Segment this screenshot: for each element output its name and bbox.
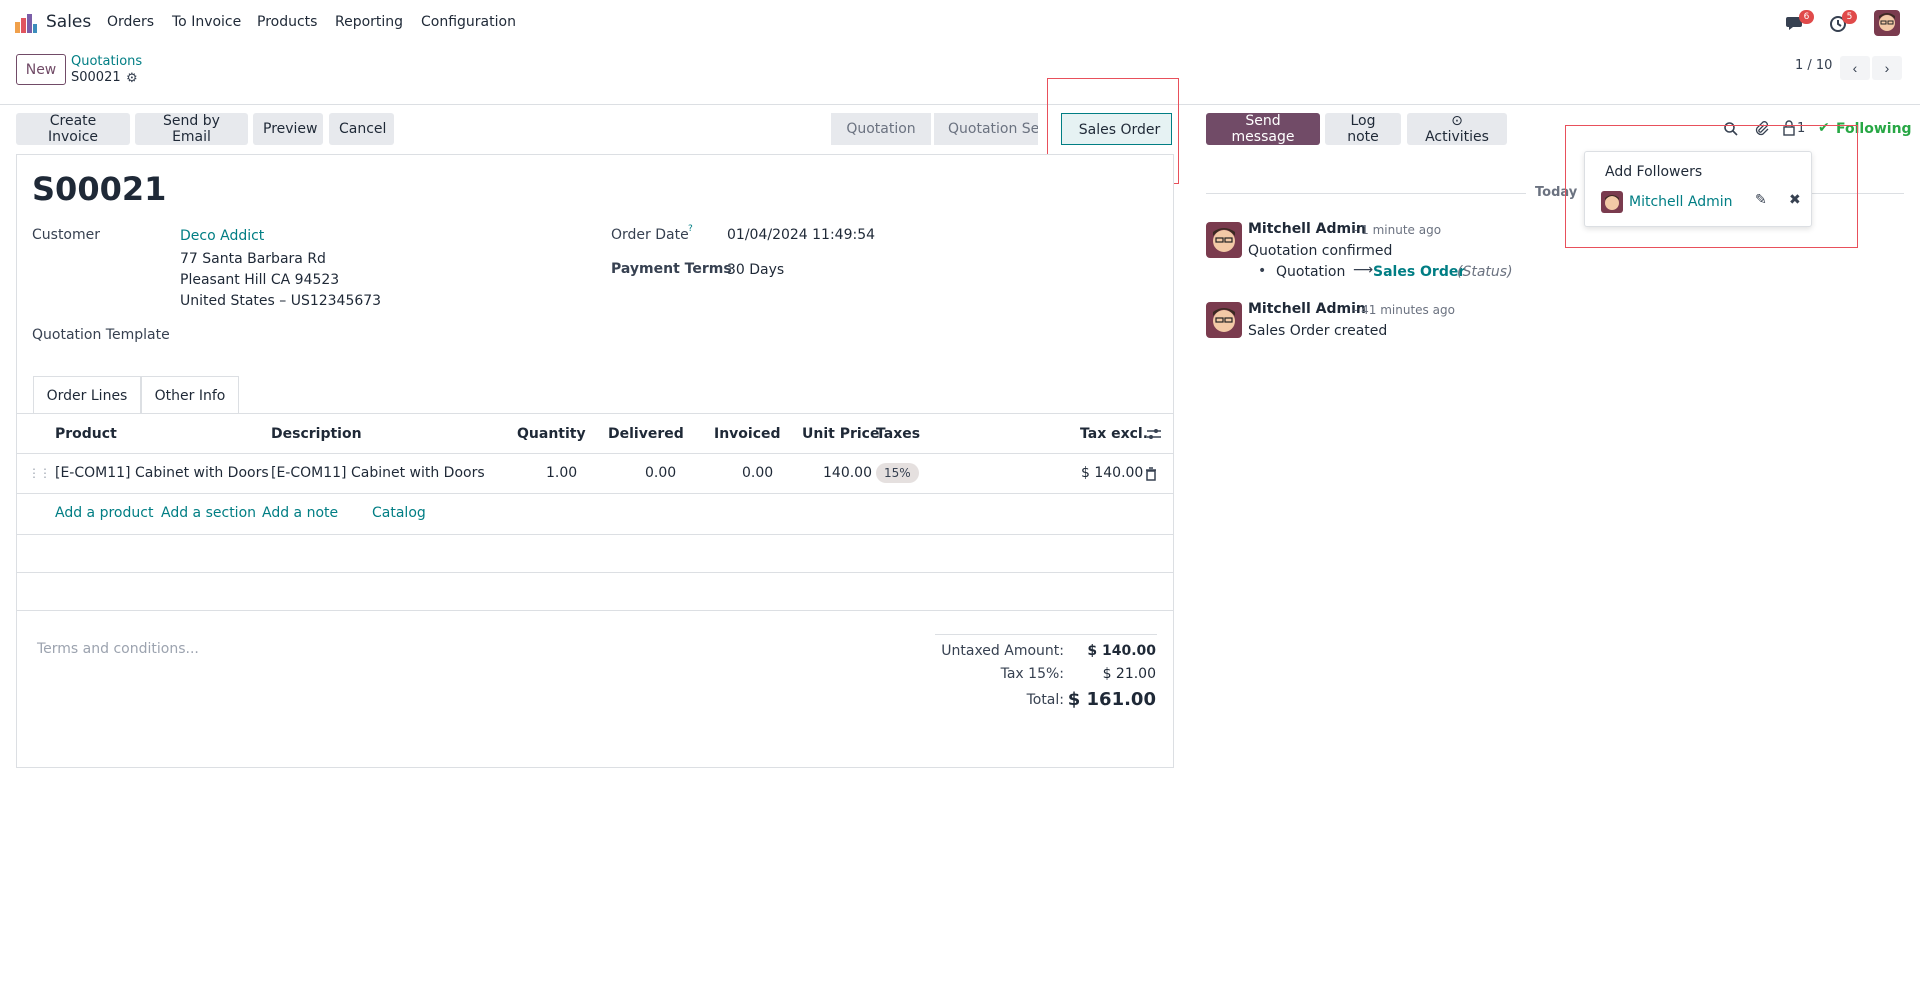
arrow-right-icon: ⟶ — [1353, 262, 1374, 278]
tax-label: Tax 15%: — [1000, 666, 1064, 682]
cell-product[interactable]: [E-COM11] Cabinet with Doors — [55, 465, 269, 481]
catalog-link[interactable]: Catalog — [372, 505, 426, 521]
add-section-link[interactable]: Add a section — [161, 505, 256, 521]
cancel-button[interactable]: Cancel — [329, 113, 394, 145]
sales-app-icon[interactable] — [14, 12, 38, 34]
col-taxes[interactable]: Taxes — [876, 426, 920, 442]
tax-value: $ 21.00 — [1102, 666, 1156, 682]
pager-next-button[interactable]: › — [1872, 56, 1902, 80]
cell-description[interactable]: [E-COM11] Cabinet with Doors — [271, 465, 485, 481]
messages-badge: 6 — [1799, 10, 1814, 24]
order-title: S00021 — [32, 170, 167, 208]
header-divider — [16, 453, 1174, 454]
tracking-field: (Status) — [1457, 264, 1513, 280]
order-date-value[interactable]: 01/04/2024 11:49:54 — [727, 227, 875, 243]
breadcrumb-current: S00021 — [71, 70, 121, 85]
highlight-box-followers — [1565, 125, 1858, 248]
cell-subtotal: $ 140.00 — [1081, 465, 1144, 481]
add-product-link[interactable]: Add a product — [55, 505, 153, 521]
new-button[interactable]: New — [16, 54, 66, 85]
cell-tax-badge[interactable]: 15% — [876, 463, 919, 483]
log-note-button[interactable]: Log note — [1325, 113, 1401, 145]
message-time: - 41 minutes ago — [1353, 303, 1455, 317]
bullet-icon: • — [1258, 263, 1267, 279]
customer-label: Customer — [32, 227, 101, 243]
user-avatar[interactable] — [1874, 10, 1900, 36]
pager-value[interactable]: 1 / 10 — [1795, 58, 1832, 73]
send-message-button[interactable]: Send message — [1206, 113, 1320, 145]
untaxed-label: Untaxed Amount: — [941, 643, 1064, 659]
menu-to-invoice[interactable]: To Invoice — [172, 14, 241, 30]
top-navbar: Sales Orders To Invoice Products Reporti… — [0, 0, 1920, 46]
gear-icon[interactable]: ⚙ — [126, 71, 138, 86]
message-body: Quotation confirmed — [1248, 243, 1393, 259]
col-delivered[interactable]: Delivered — [608, 426, 684, 442]
tracking-new-value: Sales Order — [1373, 264, 1466, 280]
terms-input[interactable]: Terms and conditions... — [37, 641, 199, 657]
tab-order-lines[interactable]: Order Lines — [33, 376, 141, 414]
message-author[interactable]: Mitchell Admin — [1248, 221, 1366, 237]
stage-quotation[interactable]: Quotation — [831, 113, 931, 145]
trash-icon[interactable] — [1145, 467, 1157, 481]
activities-label: Activities — [1425, 129, 1489, 145]
clock-icon: ⊙ — [1451, 113, 1463, 129]
control-panel-divider — [0, 104, 1920, 105]
activities-button[interactable]: ⊙ Activities — [1407, 113, 1507, 145]
message-author[interactable]: Mitchell Admin — [1248, 301, 1366, 317]
cell-unit-price[interactable]: 140.00 — [823, 465, 872, 481]
total-label: Total: — [1026, 692, 1064, 708]
cell-quantity[interactable]: 1.00 — [546, 465, 577, 481]
row-divider — [16, 493, 1174, 494]
address-line3: United States – US12345673 — [180, 293, 382, 309]
chevron-right-icon: › — [1884, 60, 1890, 76]
message-body: Sales Order created — [1248, 323, 1388, 339]
tabs-divider — [16, 413, 1174, 414]
untaxed-value: $ 140.00 — [1087, 643, 1156, 659]
totals-divider — [935, 634, 1157, 635]
address-line1: 77 Santa Barbara Rd — [180, 251, 326, 267]
row-divider — [16, 572, 1174, 573]
col-tax-excl[interactable]: Tax excl. — [1080, 426, 1148, 442]
create-invoice-button[interactable]: Create Invoice — [16, 113, 130, 145]
send-by-email-button[interactable]: Send by Email — [135, 113, 248, 145]
payment-terms-value[interactable]: 30 Days — [727, 262, 784, 278]
tracking-old-value: Quotation — [1276, 264, 1346, 280]
col-description[interactable]: Description — [271, 426, 362, 442]
stage-quotation-sent[interactable]: Quotation Sent — [934, 113, 1038, 145]
row-divider — [16, 534, 1174, 535]
preview-button[interactable]: Preview — [253, 113, 323, 145]
add-note-link[interactable]: Add a note — [262, 505, 338, 521]
col-product[interactable]: Product — [55, 426, 117, 442]
quotation-template-label: Quotation Template — [32, 327, 170, 343]
activities-badge: 5 — [1842, 10, 1857, 24]
address-line2: Pleasant Hill CA 94523 — [180, 272, 340, 288]
today-divider-left — [1206, 193, 1526, 194]
menu-configuration[interactable]: Configuration — [421, 14, 516, 30]
avatar[interactable] — [1206, 222, 1242, 258]
total-value: $ 161.00 — [1067, 689, 1156, 710]
message-time: - 1 minute ago — [1353, 223, 1442, 237]
customer-link[interactable]: Deco Addict — [180, 228, 264, 244]
row-divider — [16, 610, 1174, 611]
order-date-help-icon[interactable]: ? — [688, 224, 693, 234]
breadcrumb-quotations[interactable]: Quotations — [71, 54, 142, 69]
app-name[interactable]: Sales — [46, 12, 91, 32]
tab-other-info[interactable]: Other Info — [141, 376, 239, 414]
avatar[interactable] — [1206, 302, 1242, 338]
col-invoiced[interactable]: Invoiced — [714, 426, 781, 442]
order-date-label: Order Date — [611, 227, 689, 243]
chevron-left-icon: ‹ — [1852, 60, 1858, 76]
menu-reporting[interactable]: Reporting — [335, 14, 403, 30]
cell-invoiced[interactable]: 0.00 — [742, 465, 773, 481]
pager-previous-button[interactable]: ‹ — [1840, 56, 1870, 80]
menu-orders[interactable]: Orders — [107, 14, 154, 30]
payment-terms-label: Payment Terms — [611, 261, 732, 277]
column-settings-icon[interactable] — [1146, 427, 1162, 441]
col-unit-price[interactable]: Unit Price — [802, 426, 879, 442]
menu-products[interactable]: Products — [257, 14, 317, 30]
drag-handle-icon[interactable]: ⋮⋮ — [28, 466, 51, 480]
cell-delivered[interactable]: 0.00 — [645, 465, 676, 481]
col-quantity[interactable]: Quantity — [517, 426, 586, 442]
